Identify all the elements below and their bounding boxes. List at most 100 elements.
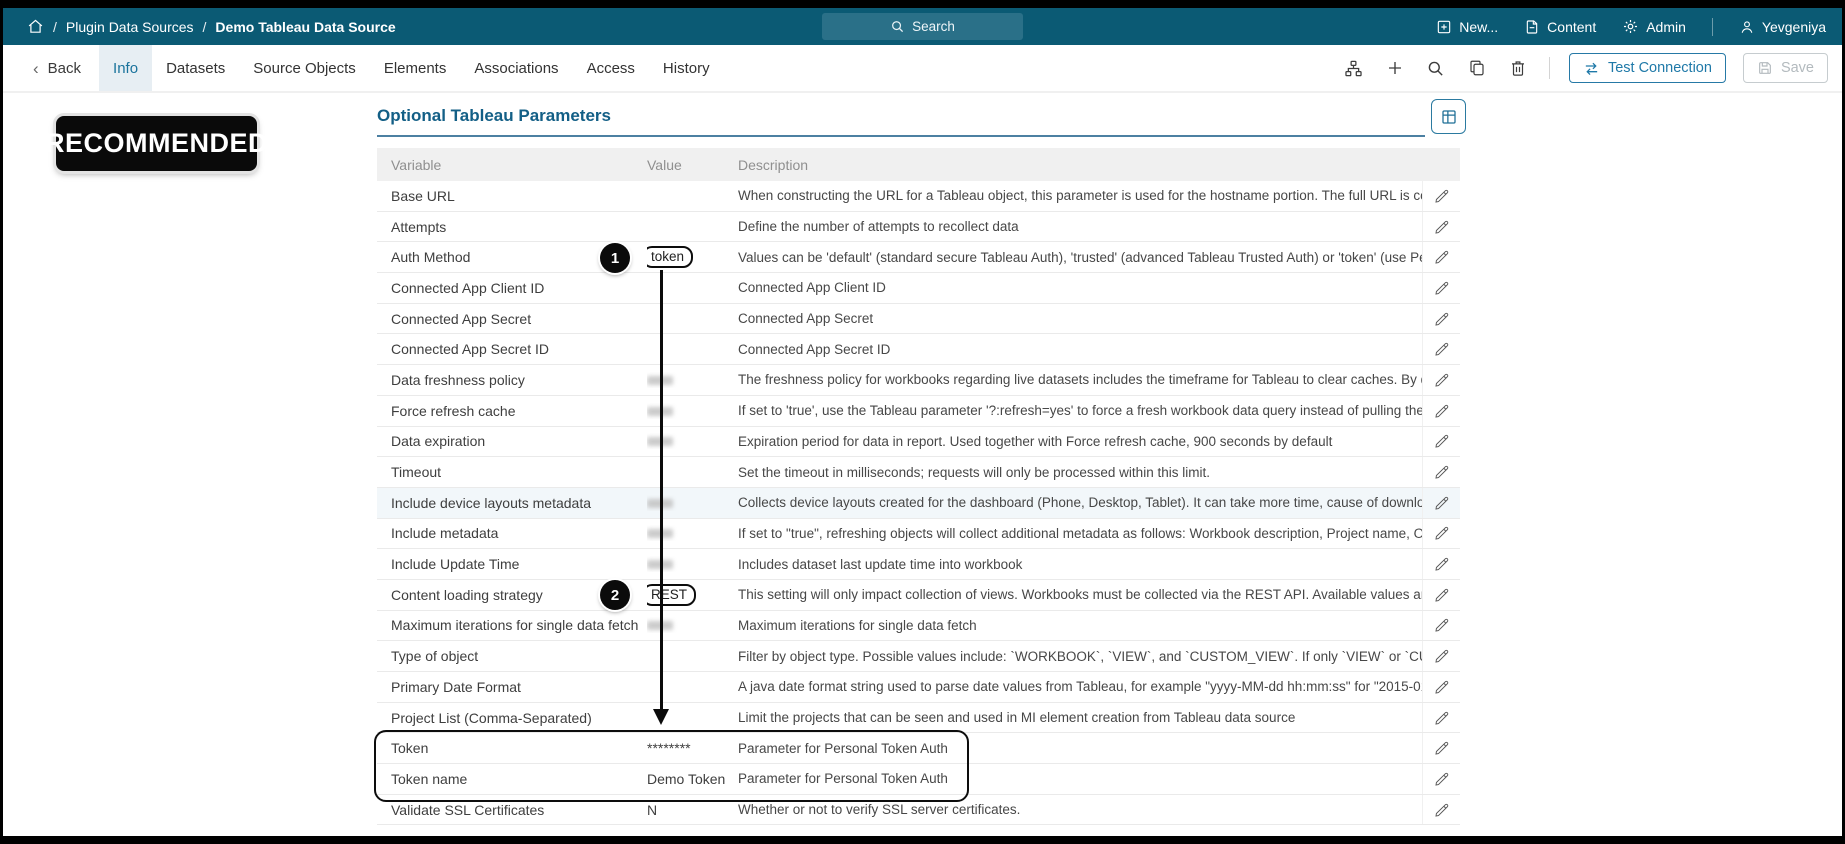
document-icon xyxy=(1524,19,1540,35)
chevron-left-icon: ‹ xyxy=(33,58,39,78)
edit-pencil-icon[interactable] xyxy=(1434,556,1450,572)
cell-value: ******** xyxy=(647,740,691,757)
cell-actions xyxy=(1422,426,1460,457)
table-row: Include device layouts metadata Collects… xyxy=(377,487,1460,519)
tab-info[interactable]: Info xyxy=(99,45,153,91)
table-row: Type of object Filter by object type. Po… xyxy=(377,641,1460,672)
section-header: Optional Tableau Parameters xyxy=(377,106,1425,137)
table-row: Content loading strategy REST This setti… xyxy=(377,579,1460,611)
page-toolbar: Test Connection Save xyxy=(1342,45,1842,91)
table-view-button[interactable] xyxy=(1431,99,1466,134)
annotation-arrow-head-icon xyxy=(653,709,669,725)
edit-pencil-icon[interactable] xyxy=(1434,464,1450,480)
home-icon[interactable] xyxy=(27,18,44,35)
cell-variable: Validate SSL Certificates xyxy=(391,801,545,818)
cell-value: Demo Token xyxy=(647,770,726,787)
tab-label: Datasets xyxy=(166,59,226,77)
cell-value: N xyxy=(647,801,658,818)
tab-elements[interactable]: Elements xyxy=(370,45,461,91)
annotation-number: 1 xyxy=(610,249,620,267)
cell-actions xyxy=(1422,395,1460,426)
cell-description: When constructing the URL for a Tableau … xyxy=(738,188,1422,204)
cell-description: Connected App Secret ID xyxy=(738,341,891,357)
edit-pencil-icon[interactable] xyxy=(1434,219,1450,235)
edit-pencil-icon[interactable] xyxy=(1434,433,1450,449)
tabs: Info Datasets Source Objects Elements As… xyxy=(99,45,724,91)
cell-description: Collects device layouts created for the … xyxy=(738,495,1422,511)
edit-pencil-icon[interactable] xyxy=(1434,679,1450,695)
table-row: Auth Method token Values can be 'default… xyxy=(377,242,1460,274)
tab-label: History xyxy=(662,59,710,77)
toolbar-divider xyxy=(1548,57,1550,79)
cell-description: Parameter for Personal Token Auth xyxy=(738,771,948,787)
tab-datasets[interactable]: Datasets xyxy=(152,45,239,91)
cell-variable: Include Update Time xyxy=(391,556,520,573)
table-row: Include Update Time Includes dataset las… xyxy=(377,549,1460,580)
content-button[interactable]: Content xyxy=(1524,19,1596,35)
edit-pencil-icon[interactable] xyxy=(1434,188,1450,204)
cell-description: Define the number of attempts to recolle… xyxy=(738,219,1019,235)
edit-pencil-icon[interactable] xyxy=(1434,587,1450,603)
table-row: Data expiration Expiration period for da… xyxy=(377,426,1460,458)
edit-pencil-icon[interactable] xyxy=(1434,249,1450,265)
test-connection-label: Test Connection xyxy=(1607,60,1712,76)
person-icon xyxy=(1739,19,1755,35)
edit-pencil-icon[interactable] xyxy=(1434,525,1450,541)
tab-associations[interactable]: Associations xyxy=(460,45,572,91)
top-navigation-bar: / Plugin Data Sources / Demo Tableau Dat… xyxy=(3,8,1842,45)
search-icon xyxy=(890,19,905,34)
cell-variable: Data freshness policy xyxy=(391,371,525,388)
recommended-badge: RECOMMENDED xyxy=(45,116,268,171)
admin-button[interactable]: Admin xyxy=(1622,18,1686,35)
cell-actions xyxy=(1422,702,1460,733)
table-row: Validate SSL Certificates N Whether or n… xyxy=(377,794,1460,826)
cell-actions xyxy=(1422,764,1460,794)
test-connection-button[interactable]: Test Connection xyxy=(1568,53,1726,83)
edit-pencil-icon[interactable] xyxy=(1434,802,1450,818)
gear-icon xyxy=(1622,18,1639,35)
table-row: Token name Demo Token Parameter for Pers… xyxy=(377,764,1460,795)
search-input[interactable]: Search xyxy=(822,13,1023,40)
cell-actions xyxy=(1422,242,1460,273)
edit-pencil-icon[interactable] xyxy=(1434,311,1450,327)
new-button[interactable]: New... xyxy=(1436,19,1498,35)
trash-icon[interactable] xyxy=(1506,56,1530,80)
breadcrumb-item-plugin-data-sources[interactable]: Plugin Data Sources xyxy=(66,19,194,35)
cell-description: Limit the projects that can be seen and … xyxy=(738,710,1296,726)
edit-pencil-icon[interactable] xyxy=(1434,648,1450,664)
search-icon[interactable] xyxy=(1424,56,1448,80)
cell-description: Whether or not to verify SSL server cert… xyxy=(738,802,1021,818)
edit-pencil-icon[interactable] xyxy=(1434,495,1450,511)
edit-pencil-icon[interactable] xyxy=(1434,403,1450,419)
tab-history[interactable]: History xyxy=(649,45,724,91)
back-button[interactable]: ‹ Back xyxy=(33,45,81,91)
copy-icon[interactable] xyxy=(1465,56,1489,80)
table-row: Data freshness policy The freshness poli… xyxy=(377,365,1460,396)
plus-icon[interactable] xyxy=(1383,56,1407,80)
edit-pencil-icon[interactable] xyxy=(1434,280,1450,296)
table-row: Connected App Client ID Connected App Cl… xyxy=(377,273,1460,304)
edit-pencil-icon[interactable] xyxy=(1434,372,1450,388)
table-row: Project List (Comma-Separated) Limit the… xyxy=(377,702,1460,734)
cell-actions xyxy=(1422,733,1460,764)
cell-variable: Primary Date Format xyxy=(391,678,521,695)
save-button[interactable]: Save xyxy=(1742,53,1828,83)
table-row: Maximum iterations for single data fetch… xyxy=(377,610,1460,642)
annotation-arrow-line xyxy=(660,270,663,710)
edit-pencil-icon[interactable] xyxy=(1434,617,1450,633)
edit-pencil-icon[interactable] xyxy=(1434,771,1450,787)
breadcrumb-separator: / xyxy=(202,18,207,35)
edit-pencil-icon[interactable] xyxy=(1434,710,1450,726)
tab-label: Elements xyxy=(383,59,447,77)
content-button-label: Content xyxy=(1547,18,1597,35)
tab-access[interactable]: Access xyxy=(573,45,649,91)
edit-pencil-icon[interactable] xyxy=(1434,341,1450,357)
sitemap-icon[interactable] xyxy=(1342,56,1366,80)
cell-description: The freshness policy for workbooks regar… xyxy=(738,372,1422,388)
annotation-number: 2 xyxy=(610,586,620,604)
tab-label: Source Objects xyxy=(253,59,356,77)
user-menu[interactable]: Yevgeniya xyxy=(1739,19,1826,35)
table-row: Force refresh cache If set to 'true', us… xyxy=(377,395,1460,427)
edit-pencil-icon[interactable] xyxy=(1434,740,1450,756)
tab-source-objects[interactable]: Source Objects xyxy=(239,45,370,91)
